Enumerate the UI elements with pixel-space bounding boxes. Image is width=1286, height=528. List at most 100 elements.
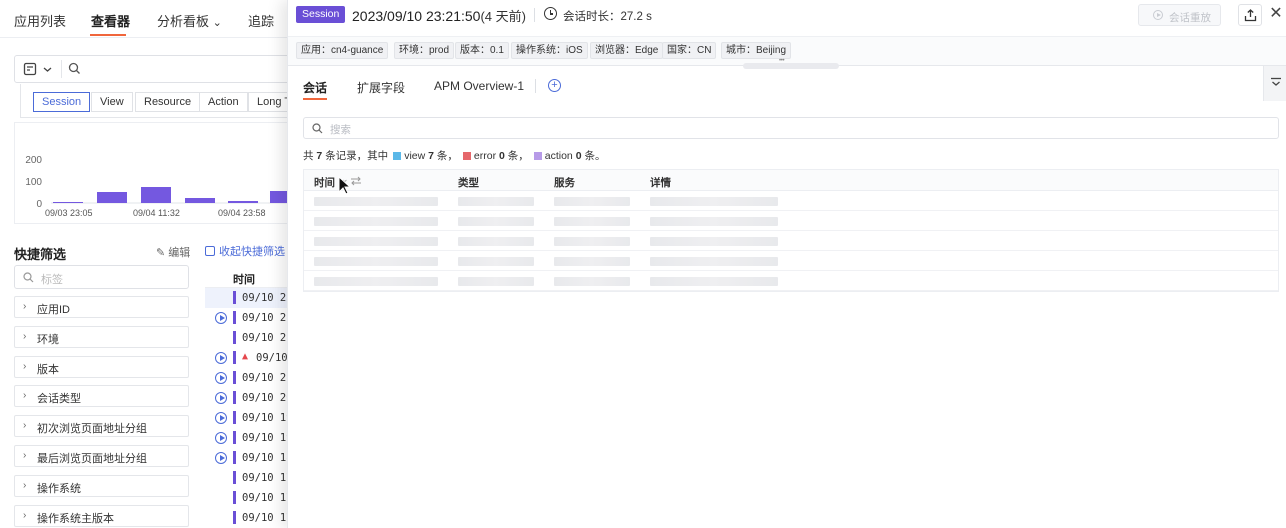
nav-app-list[interactable]: 应用列表 xyxy=(14,11,66,30)
histogram-bar[interactable] xyxy=(53,202,83,203)
search-icon[interactable] xyxy=(68,62,81,75)
chevron-down-icon[interactable] xyxy=(43,65,52,74)
histogram-bar[interactable] xyxy=(228,201,258,203)
col-details[interactable]: 详情 xyxy=(650,175,671,190)
list-item[interactable]: ▲ 09/10 xyxy=(205,348,295,368)
play-icon[interactable] xyxy=(215,452,227,464)
facet-label: 操作系统主版本 xyxy=(37,512,114,525)
side-panel-toggle[interactable] xyxy=(1263,66,1286,101)
facet-item[interactable]: › 版本 xyxy=(14,355,189,378)
play-icon[interactable] xyxy=(215,312,227,324)
loading-placeholder xyxy=(650,277,778,286)
top-nav: 应用列表 查看器 分析看板 ⌄ 追踪 xyxy=(0,0,300,38)
play-icon[interactable] xyxy=(215,412,227,424)
table-row[interactable] xyxy=(304,231,1278,251)
tab-apm-overview[interactable]: APM Overview-1 xyxy=(434,79,524,93)
session-replay-button[interactable]: 会话重放 xyxy=(1138,4,1221,26)
list-item[interactable]: 09/10 18 xyxy=(205,448,295,468)
status-bar xyxy=(233,331,236,344)
list-item[interactable]: 09/10 17 xyxy=(205,508,295,528)
tab-action[interactable]: Action xyxy=(199,92,248,112)
filter-search-input[interactable]: 标签 xyxy=(14,265,189,289)
histogram-bar[interactable] xyxy=(97,192,127,203)
facet-item[interactable]: › 操作系统 xyxy=(14,474,189,497)
error-count: 0 xyxy=(498,150,505,162)
tab-session-overview[interactable]: 会话 xyxy=(303,79,327,96)
export-button[interactable] xyxy=(1238,4,1262,26)
play-icon[interactable] xyxy=(215,352,227,364)
list-item[interactable]: 09/10 19 xyxy=(205,408,295,428)
chevron-down-icon: ⌄ xyxy=(212,17,222,29)
list-item[interactable]: 09/10 21 xyxy=(205,328,295,348)
tab-extended-fields[interactable]: 扩展字段 xyxy=(357,79,405,96)
divider xyxy=(535,79,536,93)
status-bar xyxy=(233,351,236,364)
source-icon[interactable] xyxy=(23,62,37,76)
tag-version[interactable]: 版本：0.1 xyxy=(455,42,509,59)
query-toolbar xyxy=(14,55,304,83)
histogram-bar[interactable] xyxy=(185,198,215,203)
chevron-right-icon: › xyxy=(23,360,27,372)
tab-view[interactable]: View xyxy=(91,92,133,112)
y-tick: 200 xyxy=(25,155,42,166)
y-tick: 100 xyxy=(25,177,42,188)
action-count: 0 xyxy=(575,150,582,162)
table-row[interactable] xyxy=(304,271,1278,291)
list-header: 时间 xyxy=(205,266,295,288)
tag-browser[interactable]: 浏览器：Edge xyxy=(590,42,664,59)
play-icon[interactable] xyxy=(215,392,227,404)
list-item[interactable]: 09/10 21 xyxy=(205,368,295,388)
table-row[interactable] xyxy=(304,251,1278,271)
col-time[interactable]: 时间 xyxy=(314,175,335,190)
nav-dashboards[interactable]: 分析看板 ⌄ xyxy=(157,11,222,30)
status-bar xyxy=(233,411,236,424)
summary-middle: 条记录，其中 xyxy=(325,150,389,162)
tab-resource[interactable]: Resource xyxy=(135,92,201,112)
list-item[interactable]: 09/10 17 xyxy=(205,468,295,488)
list-item[interactable]: 09/10 20 xyxy=(205,388,295,408)
loading-placeholder xyxy=(458,197,534,206)
col-type[interactable]: 类型 xyxy=(458,175,479,190)
nav-tracing[interactable]: 追踪 xyxy=(248,11,274,30)
facet-item[interactable]: › 会话类型 xyxy=(14,385,189,408)
play-icon[interactable] xyxy=(215,432,227,444)
tag-city[interactable]: 城市：Beijing xyxy=(721,42,792,59)
list-item-time: 09/10 18 xyxy=(242,452,293,464)
close-button[interactable]: ✕ xyxy=(1267,5,1285,23)
histogram-bar[interactable] xyxy=(141,187,171,203)
collapse-filter-button[interactable]: 收起快捷筛选 xyxy=(205,243,285,259)
facet-item[interactable]: › 应用ID xyxy=(14,296,189,318)
nav-explorer[interactable]: 查看器 xyxy=(91,11,130,30)
list-item[interactable]: 09/10 19 xyxy=(205,428,295,448)
loading-placeholder xyxy=(458,277,534,286)
search-icon xyxy=(312,123,323,134)
facet-item[interactable]: › 最后浏览页面地址分组 xyxy=(14,445,189,467)
facet-label: 初次浏览页面地址分组 xyxy=(37,423,147,436)
loading-placeholder xyxy=(458,217,534,226)
edit-filter-button[interactable]: ✎ 编辑 xyxy=(156,244,190,260)
list-item[interactable]: 09/10 17 xyxy=(205,488,295,508)
tag-env[interactable]: 环境：prod xyxy=(394,42,455,59)
play-icon[interactable] xyxy=(215,372,227,384)
status-bar xyxy=(233,311,236,324)
session-duration: 会话时长：27.2 s xyxy=(563,11,652,23)
facet-item[interactable]: › 操作系统主版本 xyxy=(14,504,189,527)
tag-country[interactable]: 国家：CN xyxy=(662,42,717,59)
action-label: action xyxy=(544,150,573,162)
tab-session[interactable]: Session xyxy=(33,92,91,112)
event-search-input[interactable]: 搜索 xyxy=(303,117,1279,139)
tag-os[interactable]: 操作系统：iOS xyxy=(511,42,588,59)
add-tab-icon[interactable]: + xyxy=(548,79,561,92)
list-item[interactable]: 09/10 23 xyxy=(205,288,295,308)
record-summary: 共 7 条记录，其中 view 7 条， error 0 条， action 0 条。 xyxy=(303,150,606,162)
facet-item[interactable]: › 环境 xyxy=(14,325,189,348)
facet-item[interactable]: › 初次浏览页面地址分组 xyxy=(14,415,189,438)
table-row[interactable] xyxy=(304,211,1278,231)
tag-app[interactable]: 应用：cn4-guance xyxy=(296,42,389,59)
chevron-right-icon: › xyxy=(23,330,27,342)
list-item[interactable]: 09/10 22 xyxy=(205,308,295,328)
view-unit: 条 xyxy=(436,150,448,162)
chevron-right-icon: › xyxy=(23,420,27,432)
table-row[interactable] xyxy=(304,191,1278,211)
col-service[interactable]: 服务 xyxy=(554,175,575,190)
